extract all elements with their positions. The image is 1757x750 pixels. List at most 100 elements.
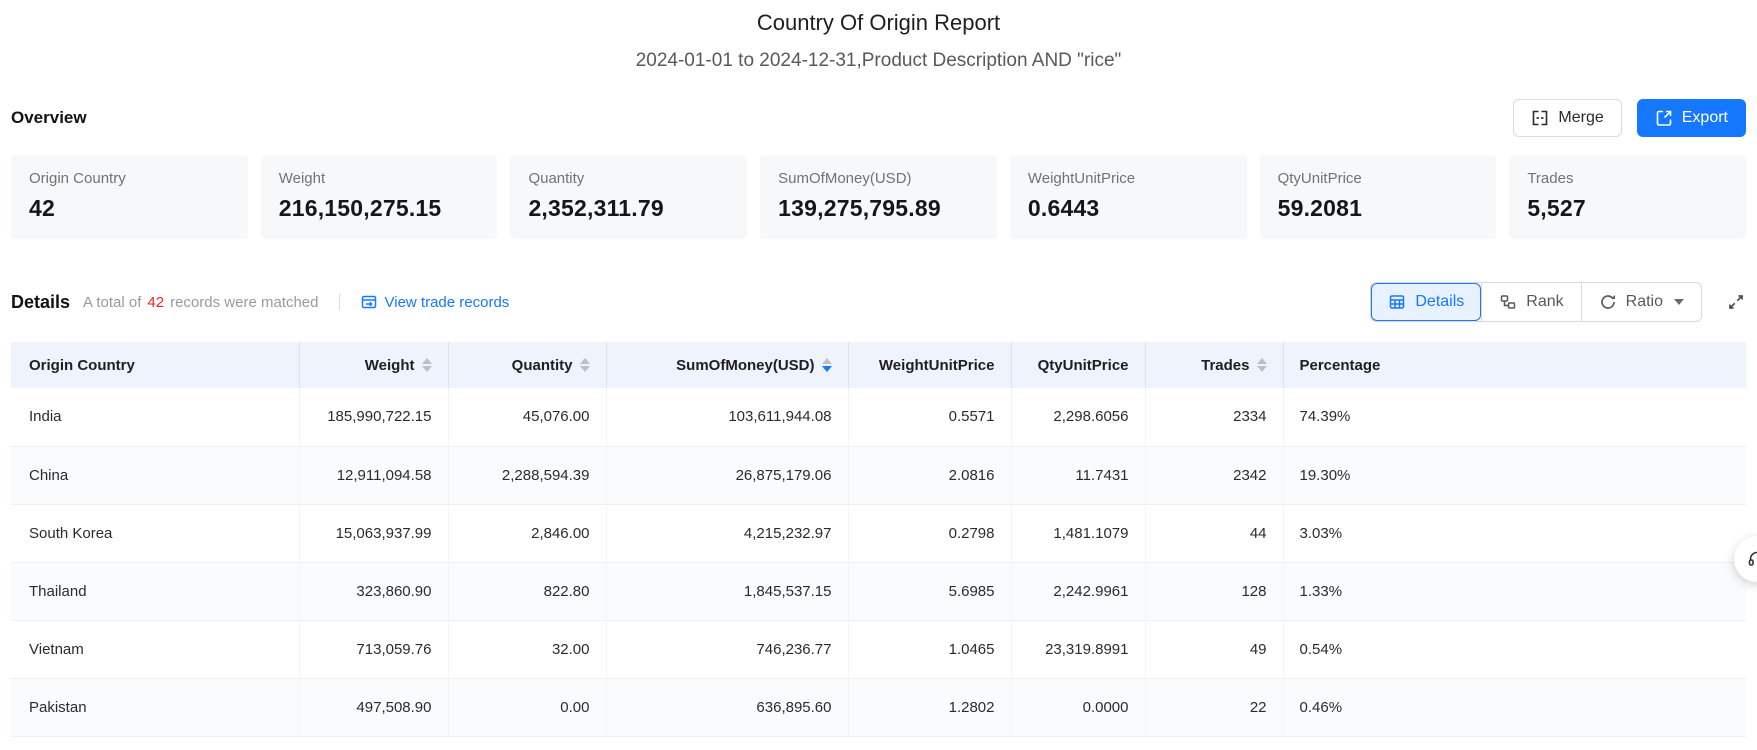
stat-card-origin-country: Origin Country 42	[11, 155, 248, 239]
column-header-label: Origin Country	[29, 356, 135, 374]
export-icon	[1655, 109, 1673, 127]
fullscreen-button[interactable]	[1726, 292, 1746, 312]
stat-card-value: 216,150,275.15	[278, 195, 442, 221]
stat-card-weightunitprice: WeightUnitPrice 0.6443	[1009, 155, 1247, 239]
cell-origin-country: Vietnam	[11, 620, 300, 679]
match-summary: A total of 42 records were matched	[83, 294, 318, 311]
table-row-south-korea: South Korea 15,063,937.99 2,846.00 4,215,23…	[11, 504, 1746, 563]
details-bar-right: Details Rank Ratio	[1370, 282, 1746, 322]
cell-weight: 185,990,722.15	[299, 388, 449, 447]
column-header-origin-country: Origin Country	[11, 342, 300, 388]
header-row: Origin Country Weight Quantity SumOfMoney(U…	[11, 342, 1746, 388]
headset-icon	[1746, 548, 1757, 570]
stat-card-sumofmoney-usd: SumOfMoney(USD) 139,275,795.89	[760, 155, 997, 239]
cell-trades: 2334	[1145, 388, 1284, 447]
cell-quantity: 2,846.00	[448, 504, 607, 563]
sort-carets-icon	[579, 358, 590, 372]
cell-weight: 323,860.90	[299, 562, 449, 621]
stat-card-label: Weight	[278, 170, 326, 187]
sort-caret-down-icon	[421, 366, 432, 372]
cell-weightunitprice: 2.0816	[848, 446, 1012, 505]
cell-quantity: 32.00	[448, 620, 607, 679]
view-mode-rank[interactable]: Rank	[1481, 283, 1581, 321]
stat-card-weight: Weight 216,150,275.15	[260, 155, 498, 239]
cell-qtyunitprice: 1,481.1079	[1011, 504, 1146, 563]
cell-sumofmoney-usd: 26,875,179.06	[606, 446, 849, 505]
column-header-label: Trades	[1201, 356, 1250, 374]
cell-weightunitprice: 1.2802	[848, 678, 1012, 737]
stat-card-value: 59.2081	[1277, 195, 1363, 221]
export-button[interactable]: Export	[1636, 99, 1746, 137]
column-header-quantity[interactable]: Quantity	[448, 342, 607, 388]
details-heading: Details	[11, 291, 71, 312]
overview-cards: Origin Country 42 Weight 216,150,275.15 Quan…	[11, 155, 1747, 239]
rank-icon	[1499, 293, 1517, 311]
trade-records-icon	[360, 293, 378, 311]
cell-weight: 497,508.90	[299, 678, 449, 737]
column-header-inner: WeightUnitPrice	[865, 357, 995, 374]
view-trade-records-link[interactable]: View trade records	[360, 293, 510, 311]
stat-card-label: QtyUnitPrice	[1277, 170, 1362, 187]
cell-sumofmoney-usd: 4,215,232.97	[606, 504, 849, 563]
sort-caret-up-icon	[579, 358, 590, 364]
stat-card-qtyunitprice: QtyUnitPrice 59.2081	[1259, 155, 1497, 239]
cell-weight: 12,911,094.58	[299, 446, 449, 505]
stat-card-trades: Trades 5,527	[1509, 155, 1747, 239]
sort-carets-icon	[421, 358, 432, 372]
column-header-inner: Trades	[1162, 357, 1267, 374]
cell-qtyunitprice: 11.7431	[1011, 446, 1146, 505]
cell-sumofmoney-usd: 746,236.77	[606, 620, 849, 679]
view-mode-details[interactable]: Details	[1371, 283, 1482, 321]
column-header-inner: SumOfMoney(USD)	[623, 357, 832, 374]
sort-carets-icon	[821, 358, 832, 372]
match-count: 42	[147, 293, 165, 311]
column-header-inner: Quantity	[465, 357, 590, 374]
merge-cells-icon	[1531, 109, 1549, 127]
cell-weight: 713,059.76	[299, 620, 449, 679]
stat-card-label: Origin Country	[29, 170, 126, 187]
cell-percentage: 19.30%	[1283, 446, 1746, 505]
column-header-weight[interactable]: Weight	[299, 342, 449, 388]
cell-quantity: 822.80	[448, 562, 607, 621]
stat-card-value: 42	[29, 195, 55, 221]
stat-card-label: Trades	[1527, 170, 1574, 187]
details-table: Origin Country Weight Quantity SumOfMoney(U…	[11, 342, 1746, 737]
overview-heading: Overview	[11, 108, 87, 127]
fullscreen-expand-icon	[1726, 292, 1746, 312]
cell-percentage: 1.33%	[1283, 562, 1746, 621]
column-header-inner: QtyUnitPrice	[1028, 357, 1129, 374]
column-header-inner: Origin Country	[29, 357, 283, 374]
stat-card-quantity: Quantity 2,352,311.79	[510, 155, 748, 239]
stat-card-label: SumOfMoney(USD)	[778, 170, 912, 187]
page-subtitle: 2024-01-01 to 2024-12-31,Product Descrip…	[635, 50, 1122, 71]
sort-caret-down-icon	[579, 366, 590, 372]
cell-qtyunitprice: 2,242.9961	[1011, 562, 1146, 621]
column-header-trades[interactable]: Trades	[1145, 342, 1284, 388]
cell-percentage: 3.03%	[1283, 504, 1746, 563]
column-header-label: SumOfMoney(USD)	[676, 356, 815, 374]
column-header-qtyunitprice: QtyUnitPrice	[1011, 342, 1146, 388]
merge-button[interactable]: Merge	[1513, 99, 1622, 137]
column-header-label: Quantity	[511, 356, 573, 374]
column-header-label: WeightUnitPrice	[878, 356, 995, 374]
cell-origin-country: Thailand	[11, 562, 300, 621]
view-mode-ratio[interactable]: Ratio	[1580, 283, 1701, 321]
cell-quantity: 2,288,594.39	[448, 446, 607, 505]
cell-weightunitprice: 5.6985	[848, 562, 1012, 621]
cell-weight: 15,063,937.99	[299, 504, 449, 563]
cell-quantity: 0.00	[448, 678, 607, 737]
ratio-icon	[1599, 293, 1617, 311]
overview-section-bar: Overview Merge Export	[11, 99, 1746, 137]
view-trade-records-label: View trade records	[384, 293, 510, 311]
column-header-sumofmoney-usd[interactable]: SumOfMoney(USD)	[606, 342, 849, 388]
details-table-body: India 185,990,722.15 45,076.00 103,611,944.…	[11, 388, 1746, 737]
cell-percentage: 0.54%	[1283, 620, 1746, 679]
column-header-label: Weight	[364, 356, 415, 374]
column-header-weightunitprice: WeightUnitPrice	[848, 342, 1012, 388]
cell-origin-country: South Korea	[11, 504, 300, 563]
stat-card-label: WeightUnitPrice	[1027, 170, 1136, 187]
stat-card-label: Quantity	[528, 170, 585, 187]
sort-caret-up-icon	[421, 358, 432, 364]
sort-caret-up-icon	[1256, 358, 1267, 364]
column-header-inner: Weight	[316, 357, 432, 374]
